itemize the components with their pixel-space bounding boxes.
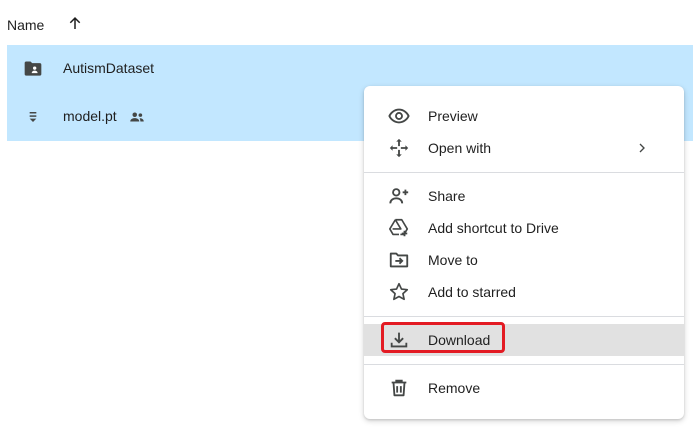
trash-icon — [388, 377, 410, 399]
menu-item-label: Open with — [428, 140, 492, 156]
menu-item-remove[interactable]: Remove — [364, 372, 684, 404]
chevron-right-icon — [634, 140, 650, 156]
menu-item-move-to[interactable]: Move to — [364, 244, 684, 276]
file-list-header: Name — [0, 0, 693, 44]
context-menu: Preview Open with Share Add shortcut to … — [364, 86, 684, 419]
menu-item-preview[interactable]: Preview — [364, 100, 684, 132]
menu-item-download[interactable]: Download — [364, 324, 684, 356]
menu-item-share[interactable]: Share — [364, 180, 684, 212]
download-icon — [388, 329, 410, 351]
menu-item-label: Move to — [428, 252, 478, 268]
menu-item-label: Share — [428, 188, 466, 204]
menu-item-label: Add shortcut to Drive — [428, 220, 559, 236]
eye-icon — [388, 105, 410, 127]
menu-item-label: Remove — [428, 380, 481, 396]
shared-people-icon — [128, 108, 146, 126]
menu-divider — [364, 364, 684, 365]
star-icon — [388, 281, 410, 303]
menu-divider — [364, 172, 684, 173]
shared-folder-icon — [23, 59, 43, 79]
menu-item-add-shortcut[interactable]: Add shortcut to Drive — [364, 212, 684, 244]
file-lines-icon — [23, 107, 43, 127]
file-name: AutismDataset — [63, 60, 155, 76]
file-name: model.pt — [63, 108, 117, 124]
menu-item-label: Download — [428, 332, 491, 348]
folder-move-icon — [388, 249, 410, 271]
menu-item-label: Add to starred — [428, 284, 516, 300]
menu-item-open-with[interactable]: Open with — [364, 132, 684, 164]
move-arrows-icon — [388, 137, 410, 159]
name-column-header[interactable]: Name — [7, 17, 44, 33]
menu-item-add-to-starred[interactable]: Add to starred — [364, 276, 684, 308]
person-add-icon — [388, 185, 410, 207]
menu-item-label: Preview — [428, 108, 478, 124]
drive-shortcut-icon — [388, 217, 410, 239]
menu-divider — [364, 316, 684, 317]
arrow-up-icon[interactable] — [66, 14, 84, 32]
